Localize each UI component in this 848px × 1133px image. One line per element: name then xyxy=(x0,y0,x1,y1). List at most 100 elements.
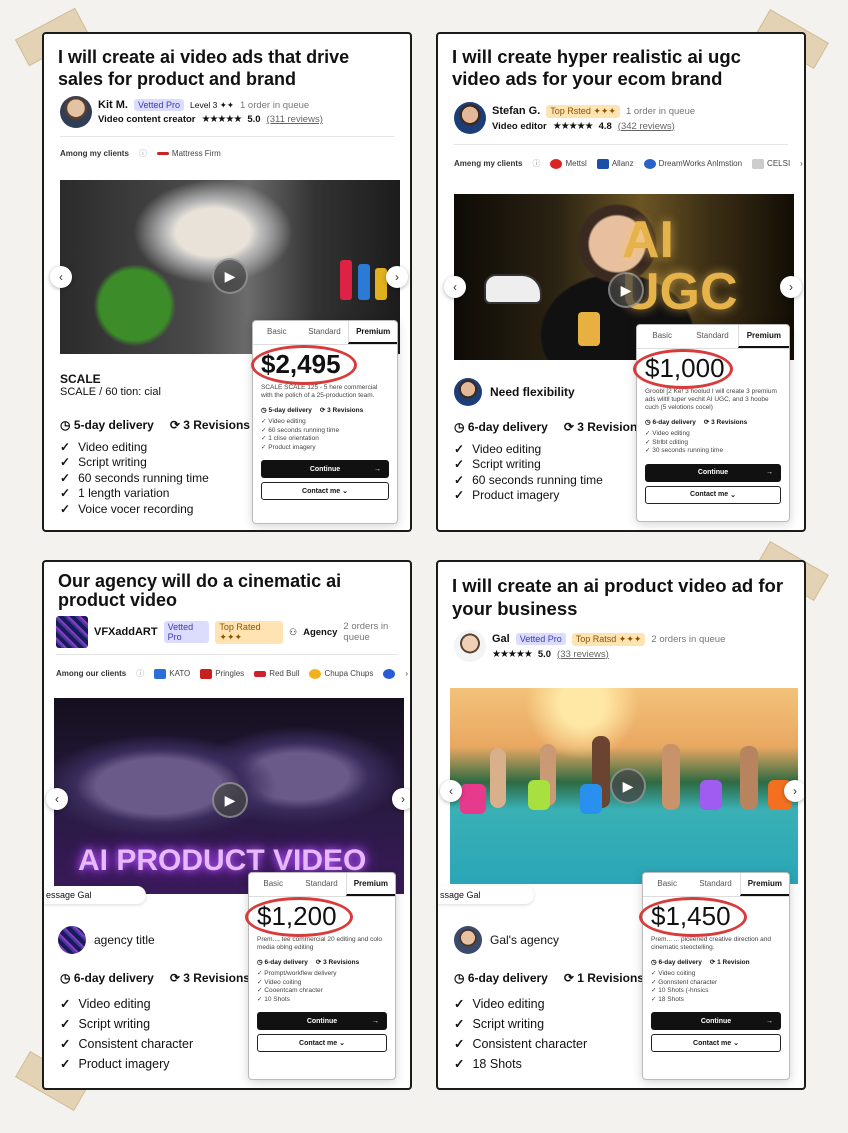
next-arrow-icon[interactable]: › xyxy=(392,788,410,810)
client-logo: Pringles xyxy=(200,668,244,679)
tab-premium[interactable]: Premium xyxy=(348,321,398,344)
chevron-down-icon: ⌄ xyxy=(733,1040,739,1047)
gig-card[interactable]: I will create hyper realistic ai ugc vid… xyxy=(436,32,806,532)
revisions-info: ⟳ 3 Revisions xyxy=(169,971,250,985)
gig-card[interactable]: I will create ai video ads that drive sa… xyxy=(42,32,412,532)
divider xyxy=(60,136,394,137)
info-icon: ⓘ xyxy=(138,149,147,158)
info-icon: ⓘ xyxy=(532,159,541,168)
package-revisions: ⟳ 3 Revisions xyxy=(319,407,364,414)
tab-standard[interactable]: Standard xyxy=(687,325,737,348)
contact-button[interactable]: Contact me ⌄ xyxy=(257,1034,387,1052)
tab-premium[interactable]: Premium xyxy=(737,325,789,348)
gig-card[interactable]: Our agency will do a cinematic ai produc… xyxy=(42,560,412,1090)
seller-info: Kit M. Vetted Pro Level 3 ✦✦ 1 order in … xyxy=(60,96,323,128)
seller-name[interactable]: Stefan G. xyxy=(492,105,540,117)
divider xyxy=(454,144,788,145)
avatar[interactable] xyxy=(56,616,88,648)
package-feature: ✓ Cooentcam chracter xyxy=(257,987,323,994)
top-rated-badge: Top Rsted ✦✦✦ xyxy=(546,104,620,118)
message-seller-button[interactable]: essage Gal xyxy=(44,886,146,904)
tab-standard[interactable]: Standard xyxy=(297,873,345,896)
seller-info: Stefan G. Top Rsted ✦✦✦ 1 order in queue… xyxy=(454,102,695,134)
clients-label: Among our clients xyxy=(56,669,127,678)
chevron-right-icon[interactable]: › xyxy=(800,159,803,168)
seller-name[interactable]: VFXaddART xyxy=(94,626,158,638)
agency-icon: ⚇ xyxy=(289,626,298,637)
reviews-link[interactable]: (342 reviews) xyxy=(618,121,675,132)
play-icon[interactable]: ▶ xyxy=(610,768,646,804)
gig-title: Our agency will do a cinematic ai produc… xyxy=(58,571,342,610)
tab-standard[interactable]: Standard xyxy=(301,321,349,344)
avatar[interactable] xyxy=(454,926,482,954)
clients-row: Among our clients ⓘ KATO Pringles Red Bu… xyxy=(56,668,408,679)
continue-button[interactable]: Continue → xyxy=(651,1012,781,1030)
continue-button[interactable]: Continue → xyxy=(261,460,389,478)
tab-standard[interactable]: Standard xyxy=(691,873,739,896)
prev-arrow-icon[interactable]: ‹ xyxy=(50,266,72,288)
message-seller-button[interactable]: ssage Gal xyxy=(438,886,534,904)
agency-name: Gal's agency xyxy=(490,933,559,947)
rating-value: 5.0 xyxy=(247,114,261,125)
prev-arrow-icon[interactable]: ‹ xyxy=(46,788,68,810)
tab-basic[interactable]: Basic xyxy=(637,325,687,348)
package-panel: Basic Standard Premium $2,495 SCALE SCAL… xyxy=(251,320,398,524)
feature-item: Video editing xyxy=(60,994,250,1014)
reviews-link[interactable]: (311 reviews) xyxy=(267,114,323,125)
queue-count: 1 order in queue xyxy=(240,99,310,111)
seller-name[interactable]: Gal xyxy=(492,633,510,645)
seller-info: VFXaddART Vetted Pro Top Rated ✦✦✦ ⚇ Age… xyxy=(56,616,410,648)
package-feature: ✓ 10 Shots (-hnsics xyxy=(651,987,709,994)
package-delivery: ◷ 6-day delivery xyxy=(651,959,702,966)
continue-button[interactable]: Continue → xyxy=(257,1012,387,1030)
package-feature: ✓ Video editing xyxy=(261,418,306,425)
package-delivery: ◷ 5-day delivery xyxy=(261,407,312,414)
package-feature: ✓ Gonnstent character xyxy=(651,978,718,986)
prev-arrow-icon[interactable]: ‹ xyxy=(444,276,466,298)
prev-arrow-icon[interactable]: ‹ xyxy=(440,780,462,802)
feature-summary: ◷ 6-day delivery ⟳ 1 Revisions Video edi… xyxy=(454,968,644,1074)
info-icon: ⓘ xyxy=(136,669,145,678)
feature-item: Script writing xyxy=(454,1014,644,1034)
seller-name[interactable]: Kit M. xyxy=(98,99,128,111)
next-arrow-icon[interactable]: › xyxy=(780,276,802,298)
avatar[interactable] xyxy=(60,96,92,128)
contact-button[interactable]: Contact me ⌄ xyxy=(645,485,781,504)
package-feature: ✓ 10 Shots xyxy=(257,995,290,1003)
feature-item: Product imagery xyxy=(454,488,644,504)
arrow-right-icon: → xyxy=(374,465,381,473)
agency-tag: Agency xyxy=(303,626,338,638)
star-rating-icon: ★★★★★ xyxy=(201,114,243,125)
price-highlight-circle xyxy=(251,345,357,385)
gig-card[interactable]: I will create an ai product video ad for… xyxy=(436,560,806,1090)
chevron-right-icon[interactable]: › xyxy=(405,669,408,678)
tab-basic[interactable]: Basic xyxy=(253,321,301,344)
tab-premium[interactable]: Premium xyxy=(345,873,395,896)
gig-video-thumbnail[interactable]: ▶ xyxy=(450,688,798,884)
avatar[interactable] xyxy=(58,926,86,954)
avatar[interactable] xyxy=(454,630,486,662)
package-description: SCALE SCALE 125 - 5 here commercial with… xyxy=(261,384,378,399)
queue-count: 2 orders in queue xyxy=(651,633,726,645)
client-logo: Red Bull xyxy=(254,669,299,678)
play-icon[interactable]: ▶ xyxy=(212,782,248,818)
reviews-link[interactable]: (33 reviews) xyxy=(557,649,609,660)
tab-basic[interactable]: Basic xyxy=(249,873,297,896)
package-price: $1,200 xyxy=(245,897,395,937)
avatar[interactable] xyxy=(454,378,482,406)
delivery-info: ◷ 6-day delivery xyxy=(454,971,548,985)
play-icon[interactable]: ▶ xyxy=(212,258,248,294)
next-arrow-icon[interactable]: › xyxy=(784,780,804,802)
client-logo: DreamWorks Anlmstion xyxy=(643,158,742,169)
continue-button[interactable]: Continue → xyxy=(645,463,781,482)
tab-premium[interactable]: Premium xyxy=(739,873,789,896)
contact-button[interactable]: Contact me ⌄ xyxy=(261,482,389,500)
play-icon[interactable]: ▶ xyxy=(608,272,644,308)
contact-button[interactable]: Contact me ⌄ xyxy=(651,1034,781,1052)
next-arrow-icon[interactable]: › xyxy=(386,266,408,288)
agency-row: Need flexibility xyxy=(454,378,575,406)
avatar[interactable] xyxy=(454,102,486,134)
price-highlight-circle xyxy=(639,897,747,937)
tab-basic[interactable]: Basic xyxy=(643,873,691,896)
gig-video-thumbnail[interactable]: AI PRODUCT VIDEO ▶ xyxy=(54,698,404,894)
